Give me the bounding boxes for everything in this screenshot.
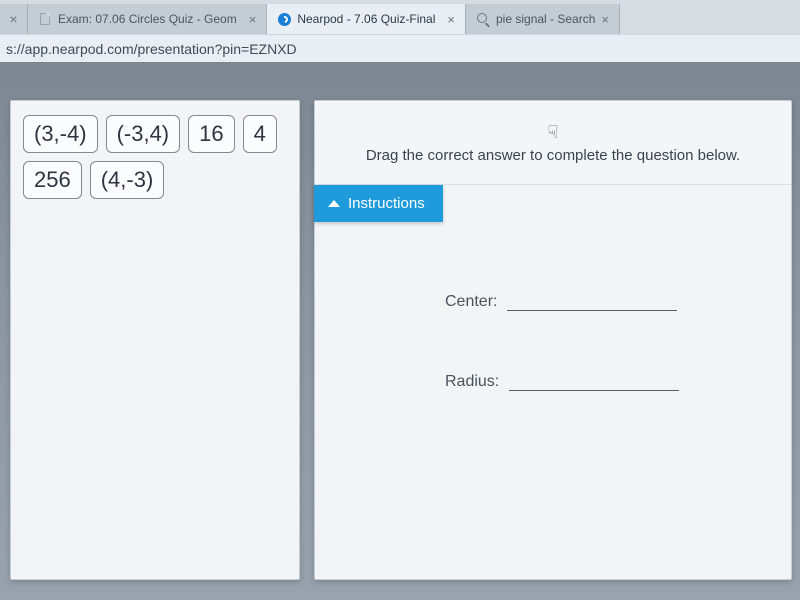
- panel-row: (3,-4) (-3,4) 16 4 256 (4,-3) ☟ Drag the…: [10, 100, 792, 580]
- search-icon: [476, 12, 490, 26]
- radius-label: Radius:: [445, 373, 499, 391]
- close-icon[interactable]: ×: [447, 13, 455, 26]
- tab-strip: × Exam: 07.06 Circles Quiz - Geom × Near…: [0, 0, 800, 34]
- answer-area: Center: Radius:: [445, 291, 751, 451]
- browser-chrome: × Exam: 07.06 Circles Quiz - Geom × Near…: [0, 0, 800, 63]
- answer-bank: (3,-4) (-3,4) 16 4 256 (4,-3): [10, 100, 300, 580]
- answer-tile[interactable]: (4,-3): [90, 161, 165, 199]
- answer-tile[interactable]: (-3,4): [106, 115, 181, 153]
- instructions-toggle[interactable]: Instructions: [314, 185, 443, 222]
- answer-tile[interactable]: 16: [188, 115, 234, 153]
- tab-nearpod[interactable]: Nearpod - 7.06 Quiz-Final ×: [267, 4, 466, 34]
- prompt-bar: ☟ Drag the correct answer to complete th…: [315, 101, 791, 185]
- center-label: Center:: [445, 293, 497, 311]
- close-icon[interactable]: ×: [601, 13, 609, 26]
- nearpod-icon: [277, 12, 291, 26]
- answer-tile[interactable]: 256: [23, 161, 82, 199]
- prompt-text: Drag the correct answer to complete the …: [366, 147, 740, 164]
- chevron-up-icon: [328, 200, 340, 207]
- radius-row: Radius:: [445, 371, 751, 391]
- radius-drop-target[interactable]: [509, 371, 679, 391]
- answer-tile[interactable]: (3,-4): [23, 115, 98, 153]
- question-panel: ☟ Drag the correct answer to complete th…: [314, 100, 792, 580]
- instructions-label: Instructions: [348, 195, 425, 212]
- tab-title: Exam: 07.06 Circles Quiz - Geom: [58, 12, 237, 26]
- app-frame: (3,-4) (-3,4) 16 4 256 (4,-3) ☟ Drag the…: [0, 62, 800, 600]
- tab-title: pie signal - Search: [496, 12, 595, 26]
- answer-tile[interactable]: 4: [243, 115, 277, 153]
- tab-title: Nearpod - 7.06 Quiz-Final: [297, 12, 435, 26]
- tab-exam[interactable]: Exam: 07.06 Circles Quiz - Geom ×: [28, 4, 267, 34]
- center-row: Center:: [445, 291, 751, 311]
- tab-search[interactable]: pie signal - Search ×: [466, 4, 620, 34]
- center-drop-target[interactable]: [507, 291, 677, 311]
- tab-close-leading[interactable]: ×: [0, 4, 28, 34]
- address-bar[interactable]: s://app.nearpod.com/presentation?pin=EZN…: [0, 34, 800, 62]
- tile-wrap: (3,-4) (-3,4) 16 4 256 (4,-3): [23, 115, 287, 199]
- close-icon[interactable]: ×: [249, 13, 257, 26]
- hand-cursor-icon: ☟: [548, 122, 559, 143]
- page-icon: [38, 12, 52, 26]
- url-text: s://app.nearpod.com/presentation?pin=EZN…: [6, 41, 297, 57]
